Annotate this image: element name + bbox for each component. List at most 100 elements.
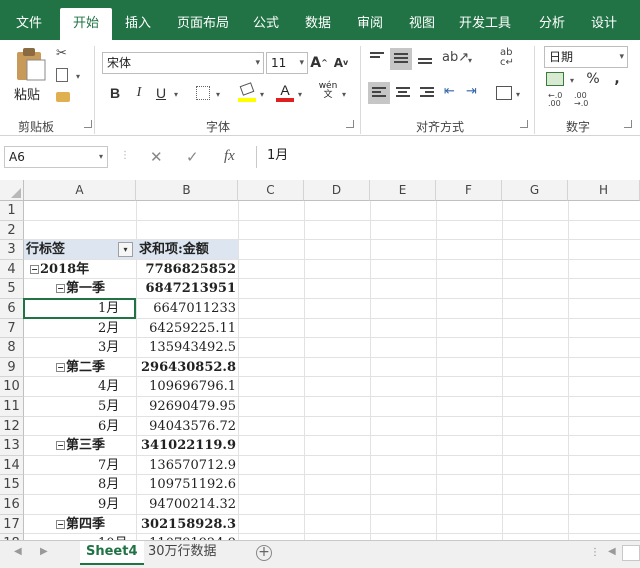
row-header[interactable]: 14 [0, 455, 24, 476]
row-header[interactable]: 4 [0, 259, 24, 280]
row-header[interactable]: 8 [0, 338, 24, 358]
increase-decimal-icon[interactable]: ←.0.00 [548, 92, 562, 108]
increase-font-icon[interactable]: A^ [308, 52, 330, 74]
column-header-a[interactable]: A [24, 180, 136, 201]
cell-a[interactable]: − 第一季 [56, 279, 105, 298]
cell-b[interactable]: 341022119.9 [136, 436, 236, 455]
tab-developer[interactable]: 开发工具 [452, 8, 518, 40]
cell-b[interactable]: 求和项:金额 [139, 240, 239, 259]
cell-a[interactable]: 9月 [98, 495, 119, 514]
column-header-b[interactable]: B [136, 180, 238, 201]
name-box[interactable]: A6 ▾ [4, 146, 108, 168]
cell-b[interactable]: 92690479.95 [136, 397, 236, 416]
copy-icon[interactable] [56, 68, 68, 82]
cell-a[interactable]: 行标签 [26, 240, 65, 259]
merge-center-icon[interactable] [496, 86, 512, 100]
cell-a[interactable]: 2月 [98, 319, 119, 338]
next-sheet-icon[interactable]: ▶ [40, 546, 48, 557]
decrease-font-icon[interactable]: Av [330, 52, 352, 74]
tab-analyze[interactable]: 分析 [530, 8, 574, 40]
number-format-select[interactable]: 日期 ▾ [544, 46, 628, 68]
cell-a[interactable]: 8月 [98, 475, 119, 494]
cell-a[interactable]: 6月 [98, 417, 119, 436]
prev-sheet-icon[interactable]: ◀ [14, 546, 22, 557]
cell-b[interactable]: 109696796.1 [136, 377, 236, 396]
column-header-d[interactable]: D [304, 180, 370, 201]
formula-input[interactable]: 1月 [256, 146, 640, 168]
collapse-icon[interactable]: − [30, 264, 39, 274]
cell-b[interactable]: 94043576.72 [136, 417, 236, 436]
column-header-h[interactable]: H [568, 180, 640, 201]
cell-b[interactable]: 6647011233 [136, 299, 236, 318]
enter-icon[interactable]: ✓ [186, 148, 199, 166]
row-header[interactable]: 11 [0, 397, 24, 417]
merge-dropdown-icon[interactable]: ▾ [516, 90, 520, 99]
cell-b[interactable] [136, 221, 236, 240]
font-size-select[interactable]: 11 ▾ [266, 52, 308, 74]
fill-color-icon[interactable] [238, 82, 256, 102]
tab-view[interactable]: 视图 [400, 8, 444, 40]
cell-b[interactable]: 64259225.11 [136, 319, 236, 338]
font-launcher-icon[interactable] [346, 120, 354, 128]
cell-a[interactable]: 3月 [98, 338, 119, 357]
wrap-text-icon[interactable]: ab c↵ [500, 48, 514, 68]
tab-file[interactable]: 文件 [4, 8, 54, 40]
row-header[interactable]: 1 [0, 201, 24, 221]
format-painter-icon[interactable] [56, 92, 70, 102]
tab-home[interactable]: 开始 [60, 8, 112, 40]
align-bottom-icon[interactable] [418, 54, 432, 66]
cell-a[interactable]: − 第四季 [56, 515, 105, 534]
row-header[interactable]: 2 [0, 220, 24, 241]
comma-button[interactable]: , [606, 68, 628, 90]
filter-dropdown-icon[interactable]: ▾ [118, 242, 133, 258]
cell-b[interactable]: 135943492.5 [136, 338, 236, 357]
fill-color-dropdown-icon[interactable]: ▾ [260, 90, 264, 99]
tab-design[interactable]: 设计 [582, 8, 626, 40]
cell-b[interactable]: 94700214.32 [136, 495, 236, 514]
percent-button[interactable]: % [582, 68, 604, 90]
tab-split-grip-icon[interactable]: ⋮ [590, 547, 600, 558]
row-header[interactable]: 13 [0, 436, 24, 456]
font-color-icon[interactable]: A [276, 82, 294, 102]
decrease-decimal-icon[interactable]: .00 →.0 [574, 92, 588, 108]
tab-formulas[interactable]: 公式 [244, 8, 288, 40]
align-right-icon[interactable] [420, 87, 434, 99]
tab-review[interactable]: 审阅 [348, 8, 392, 40]
cell-a[interactable]: − 第三季 [56, 436, 105, 455]
cell-b[interactable]: 6847213951 [136, 279, 236, 298]
cell-a[interactable]: 4月 [98, 377, 119, 396]
cell-a[interactable]: 5月 [98, 397, 119, 416]
increase-indent-icon[interactable]: ⇥ [466, 84, 477, 99]
underline-dropdown-icon[interactable]: ▾ [174, 90, 178, 99]
cell-b[interactable]: 109751192.6 [136, 475, 236, 494]
tab-insert[interactable]: 插入 [116, 8, 160, 40]
phonetic-icon[interactable]: wén 文 [318, 82, 338, 102]
scroll-left-icon[interactable]: ◀ [608, 546, 616, 557]
decrease-indent-icon[interactable]: ⇤ [444, 84, 455, 99]
row-header[interactable]: 15 [0, 475, 24, 495]
column-header-e[interactable]: E [370, 180, 436, 201]
cell-b[interactable]: 136570712.9 [136, 456, 236, 475]
paste-button[interactable]: 粘贴 [10, 44, 50, 104]
phonetic-dropdown-icon[interactable]: ▾ [342, 90, 346, 99]
sheet-tab-30w-rows[interactable]: 30万行数据 [142, 541, 223, 565]
font-name-select[interactable]: 宋体 ▾ [102, 52, 264, 74]
italic-button[interactable]: I [128, 82, 150, 104]
font-color-dropdown-icon[interactable]: ▾ [298, 90, 302, 99]
align-center-icon[interactable] [396, 87, 410, 99]
column-header-f[interactable]: F [436, 180, 502, 201]
orientation-dropdown-icon[interactable]: ▾ [468, 56, 472, 65]
row-header[interactable]: 9 [0, 357, 24, 378]
collapse-icon[interactable]: − [56, 519, 65, 529]
row-header[interactable]: 5 [0, 279, 24, 299]
border-dropdown-icon[interactable]: ▾ [216, 90, 220, 99]
cell-a[interactable]: − 第二季 [56, 358, 105, 377]
column-header-g[interactable]: G [502, 180, 568, 201]
row-header[interactable]: 10 [0, 377, 24, 397]
cell-a[interactable]: 7月 [98, 456, 119, 475]
cell-a[interactable]: −2018年 [30, 260, 89, 279]
cell-b[interactable]: 302158928.3 [136, 515, 236, 534]
row-header[interactable]: 17 [0, 514, 24, 535]
insert-function-icon[interactable]: fx [224, 148, 235, 165]
tab-page-layout[interactable]: 页面布局 [168, 8, 238, 40]
